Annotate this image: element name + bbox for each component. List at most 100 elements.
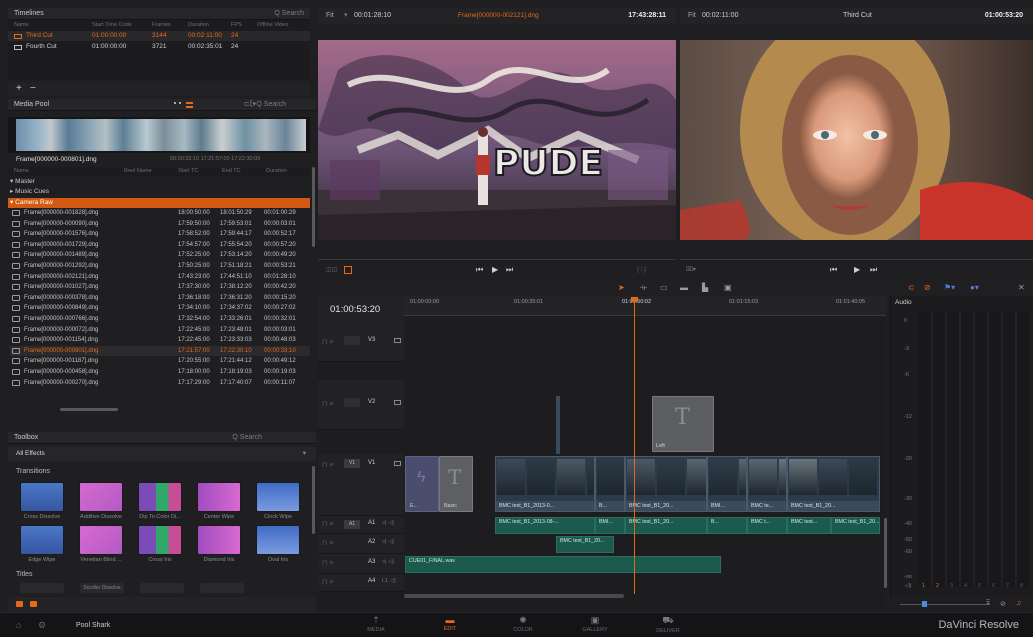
a2-audio-clip[interactable]: BMC test_B1_20...	[556, 536, 614, 553]
clip-thumbnail[interactable]	[16, 119, 306, 151]
audio-channel[interactable]: 2	[936, 583, 939, 589]
media-clip-row[interactable]: Frame[000000-000801].dng 17:21:57:00 17:22…	[10, 345, 310, 356]
next-edit-icon[interactable]: ⏭	[870, 262, 877, 278]
media-pool-search[interactable]: Q Search	[256, 99, 286, 111]
blade-tool-icon[interactable]: ▭	[660, 282, 668, 294]
media-clip-row[interactable]: Frame[000000-000090].dng 17:59:50:00 17:59…	[10, 219, 310, 229]
sort-icon[interactable]: ⊂ξ▾	[243, 99, 256, 111]
track-target-a1[interactable]: A1	[344, 520, 360, 529]
v2-thin-clip[interactable]	[556, 396, 560, 454]
previous-clip-icon[interactable]: ⏮	[476, 262, 483, 278]
audio-channel[interactable]: 1	[922, 583, 925, 589]
grid-view-icon[interactable]	[174, 102, 181, 108]
title-thumb[interactable]	[20, 583, 64, 593]
audio-channel[interactable]: 3	[950, 583, 953, 589]
snap-icon[interactable]: ⊂	[908, 282, 915, 294]
audio-channel[interactable]: 8	[1020, 583, 1023, 589]
speaker-icon[interactable]: L1 ◁)	[382, 578, 396, 584]
audio-channel[interactable]: 7	[1006, 583, 1009, 589]
video-clip[interactable]: BMC te...	[747, 456, 787, 512]
replace-icon[interactable]: ▣	[724, 282, 732, 294]
trim-tool-icon[interactable]: ⟛	[640, 282, 647, 294]
timelines-search[interactable]: Q Search	[274, 8, 304, 20]
audio-channel[interactable]: 4	[964, 583, 967, 589]
media-clip-row[interactable]: Frame[000000-001729].dng 17:54:57:00 17:55…	[10, 240, 310, 250]
timeline-scrubber[interactable]	[680, 259, 1033, 260]
timeline-vscrollbar[interactable]	[884, 518, 887, 588]
timeline-viewer-name[interactable]: Third Cut	[843, 8, 872, 24]
track-toggle[interactable]	[344, 336, 360, 345]
volume-slider-handle[interactable]	[922, 601, 927, 607]
transition-thumb[interactable]	[20, 525, 64, 555]
transition-thumb[interactable]	[79, 482, 123, 512]
monitor-icon[interactable]	[394, 400, 401, 405]
timeline-fit-dropdown[interactable]: Fit	[688, 8, 696, 24]
transition-thumb[interactable]	[197, 482, 241, 512]
monitor-icon[interactable]	[394, 461, 401, 466]
zoom-icon[interactable]: ✕	[1018, 282, 1025, 294]
volume-slider[interactable]	[900, 604, 990, 605]
transition-thumb[interactable]	[197, 525, 241, 555]
audio-clip[interactable]: BMC test_B1_2013-08-...	[495, 517, 595, 534]
toolbox-search[interactable]: Q Search	[232, 432, 262, 444]
source-viewer-image[interactable]: PUDE	[318, 40, 676, 240]
a3-audio-clip[interactable]: CUE01_FINAL.wav	[405, 556, 721, 573]
media-clip-row[interactable]: Frame[000000-001154].dng 17:22:45:00 17:23…	[10, 335, 310, 345]
source-fit-dropdown[interactable]: Fit	[326, 8, 334, 24]
insert-icon[interactable]: ▬	[680, 282, 688, 294]
title-clip-left[interactable]: T Left	[652, 396, 714, 452]
timeline-row[interactable]: Fourth Cut 01:00:00:00 3721 00:02:35:01 …	[8, 42, 310, 52]
nav-media[interactable]: ⇡ MEDIA	[356, 615, 396, 633]
playhead[interactable]	[634, 298, 635, 594]
media-clip-row[interactable]: Frame[000000-000458].dng 17:18:00:00 17:18…	[10, 367, 310, 377]
marker-icon[interactable]	[344, 266, 352, 274]
list-view-icon[interactable]	[186, 102, 193, 108]
link-icon[interactable]: ⊘	[924, 282, 931, 294]
track-target-v1[interactable]: V1	[344, 459, 360, 468]
play-icon[interactable]: ▶	[492, 262, 498, 278]
settings-icon[interactable]: ⚙	[38, 620, 46, 631]
nav-gallery[interactable]: ▣ GALLERY	[575, 615, 615, 633]
title-thumb[interactable]	[140, 583, 184, 593]
transition-thumb[interactable]	[138, 525, 182, 555]
timeline-ruler[interactable]: 01:00:00:00 01:00:35:01 01:00:50:02 01:0…	[404, 296, 886, 316]
media-clip-row[interactable]: Frame[000000-001027].dng 17:37:30:00 17:38…	[10, 282, 310, 292]
media-clip-row[interactable]: Frame[000000-002121].dng 17:43:23:00 17:44…	[10, 272, 310, 282]
audio-channel[interactable]: 6	[992, 583, 995, 589]
audio-channel[interactable]: 5	[978, 583, 981, 589]
media-scrollbar[interactable]	[312, 167, 315, 247]
title-thumb-scroller[interactable]: Scroller Dissolve	[80, 583, 124, 593]
audio-clip[interactable]: BMC t...	[747, 517, 787, 534]
lock-icon[interactable]: ⊓ ≡	[322, 559, 334, 567]
flag-icon[interactable]: ⚑▾	[944, 282, 955, 294]
bin-music-cues[interactable]: ▸ Music Cues	[10, 187, 49, 197]
remove-timeline-button[interactable]: −	[30, 82, 36, 96]
match-frame-icon[interactable]: ⌧▾	[686, 262, 696, 278]
nav-color[interactable]: ✺ COLOR	[503, 615, 543, 633]
bin-master[interactable]: ▾ Master	[10, 177, 35, 187]
video-clip[interactable]: BMC test_B1_2013-0...	[495, 456, 595, 512]
in-point-icon[interactable]: { ⁞ }	[637, 262, 646, 278]
lock-icon[interactable]: ⊓ ≡	[322, 520, 334, 528]
timeline-viewer-image[interactable]	[680, 40, 1033, 240]
add-timeline-button[interactable]: +	[16, 82, 22, 96]
media-clip-row[interactable]: Frame[000000-001187].dng 17:20:55:00 17:21…	[10, 356, 310, 366]
video-clip[interactable]: BMC test_B1_20...	[625, 456, 707, 512]
monitor-icon[interactable]	[394, 338, 401, 343]
v1-effect-clip[interactable]: ϟ E...	[405, 456, 439, 512]
overwrite-icon[interactable]: ▙	[702, 282, 708, 294]
media-clip-row[interactable]: Frame[000000-000270].dng 17:17:29:00 17:17…	[10, 378, 310, 388]
timeline-hscrollbar[interactable]	[404, 594, 624, 598]
next-clip-icon[interactable]: ⏭	[506, 262, 513, 278]
lock-icon[interactable]: ⊓ ≡	[322, 338, 334, 346]
effects-filter[interactable]: All Effects ▾	[8, 447, 316, 461]
mute-icon[interactable]: ♫	[1016, 600, 1021, 607]
video-clip[interactable]: BMI...	[707, 456, 747, 512]
media-clip-row[interactable]: Frame[000000-000766].dng 17:32:54:00 17:33…	[10, 314, 310, 324]
media-clip-row[interactable]: Frame[000000-000072].dng 17:22:45:00 17:23…	[10, 325, 310, 335]
lock-icon[interactable]: ⊓ ≡	[322, 539, 334, 547]
selection-tool-icon[interactable]: ➤	[618, 282, 625, 294]
media-clip-row[interactable]: Frame[000000-001576].dng 17:58:52:00 17:59…	[10, 229, 310, 239]
marker-dropdown-icon[interactable]: ●▾	[970, 282, 979, 294]
bin-camera-raw[interactable]: ▾ Camera Raw	[8, 198, 310, 208]
